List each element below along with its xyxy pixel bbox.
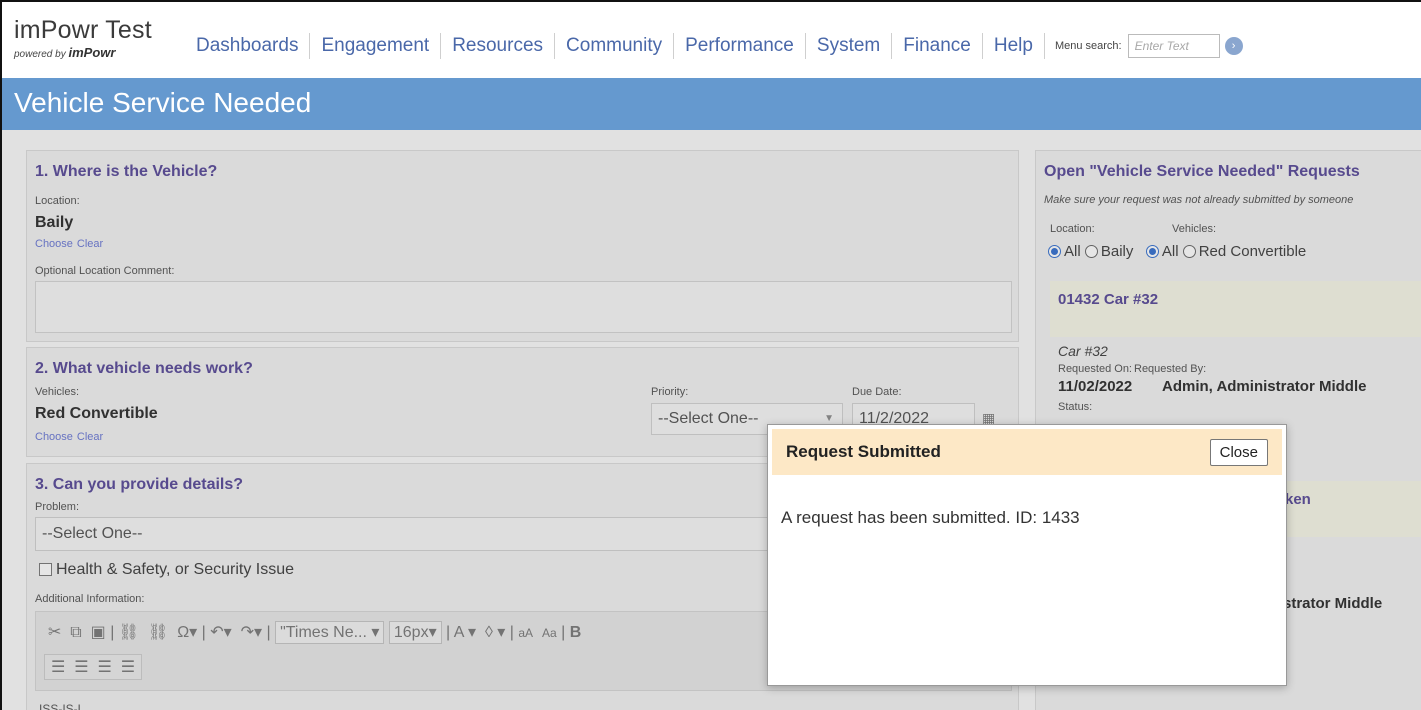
dialog-header: Request Submitted Close: [772, 429, 1282, 475]
powered-brand: imPowr: [68, 45, 116, 60]
app-window: imPowr Test powered by imPowr Dashboards…: [2, 2, 1421, 710]
menu-search-input[interactable]: [1127, 34, 1220, 58]
nav-performance[interactable]: Performance: [674, 33, 806, 59]
nav-dashboards[interactable]: Dashboards: [196, 33, 311, 59]
request-submitted-dialog: Request Submitted Close A request has be…: [767, 424, 1287, 686]
page-title-bar: Vehicle Service Needed: [2, 78, 1421, 130]
main-nav: Dashboards Engagement Resources Communit…: [196, 31, 1243, 61]
nav-resources[interactable]: Resources: [441, 33, 556, 59]
nav-system[interactable]: System: [806, 33, 893, 59]
powered-by: powered by imPowr: [14, 45, 152, 60]
top-header: imPowr Test powered by imPowr Dashboards…: [2, 2, 1421, 78]
dialog-title: Request Submitted: [786, 442, 941, 461]
powered-prefix: powered by: [14, 49, 66, 60]
menu-search-label: Menu search:: [1054, 40, 1122, 52]
brand[interactable]: imPowr Test powered by imPowr: [14, 16, 152, 60]
nav-engagement[interactable]: Engagement: [310, 33, 442, 59]
nav-community[interactable]: Community: [555, 33, 675, 59]
app-title: imPowr Test: [14, 16, 152, 44]
search-go-icon[interactable]: ›: [1224, 37, 1243, 55]
nav-help[interactable]: Help: [983, 33, 1045, 59]
page-title: Vehicle Service Needed: [14, 87, 312, 118]
dialog-message: A request has been submitted. ID: 1433: [781, 508, 1080, 527]
nav-finance[interactable]: Finance: [892, 33, 983, 59]
close-button[interactable]: Close: [1209, 438, 1268, 466]
